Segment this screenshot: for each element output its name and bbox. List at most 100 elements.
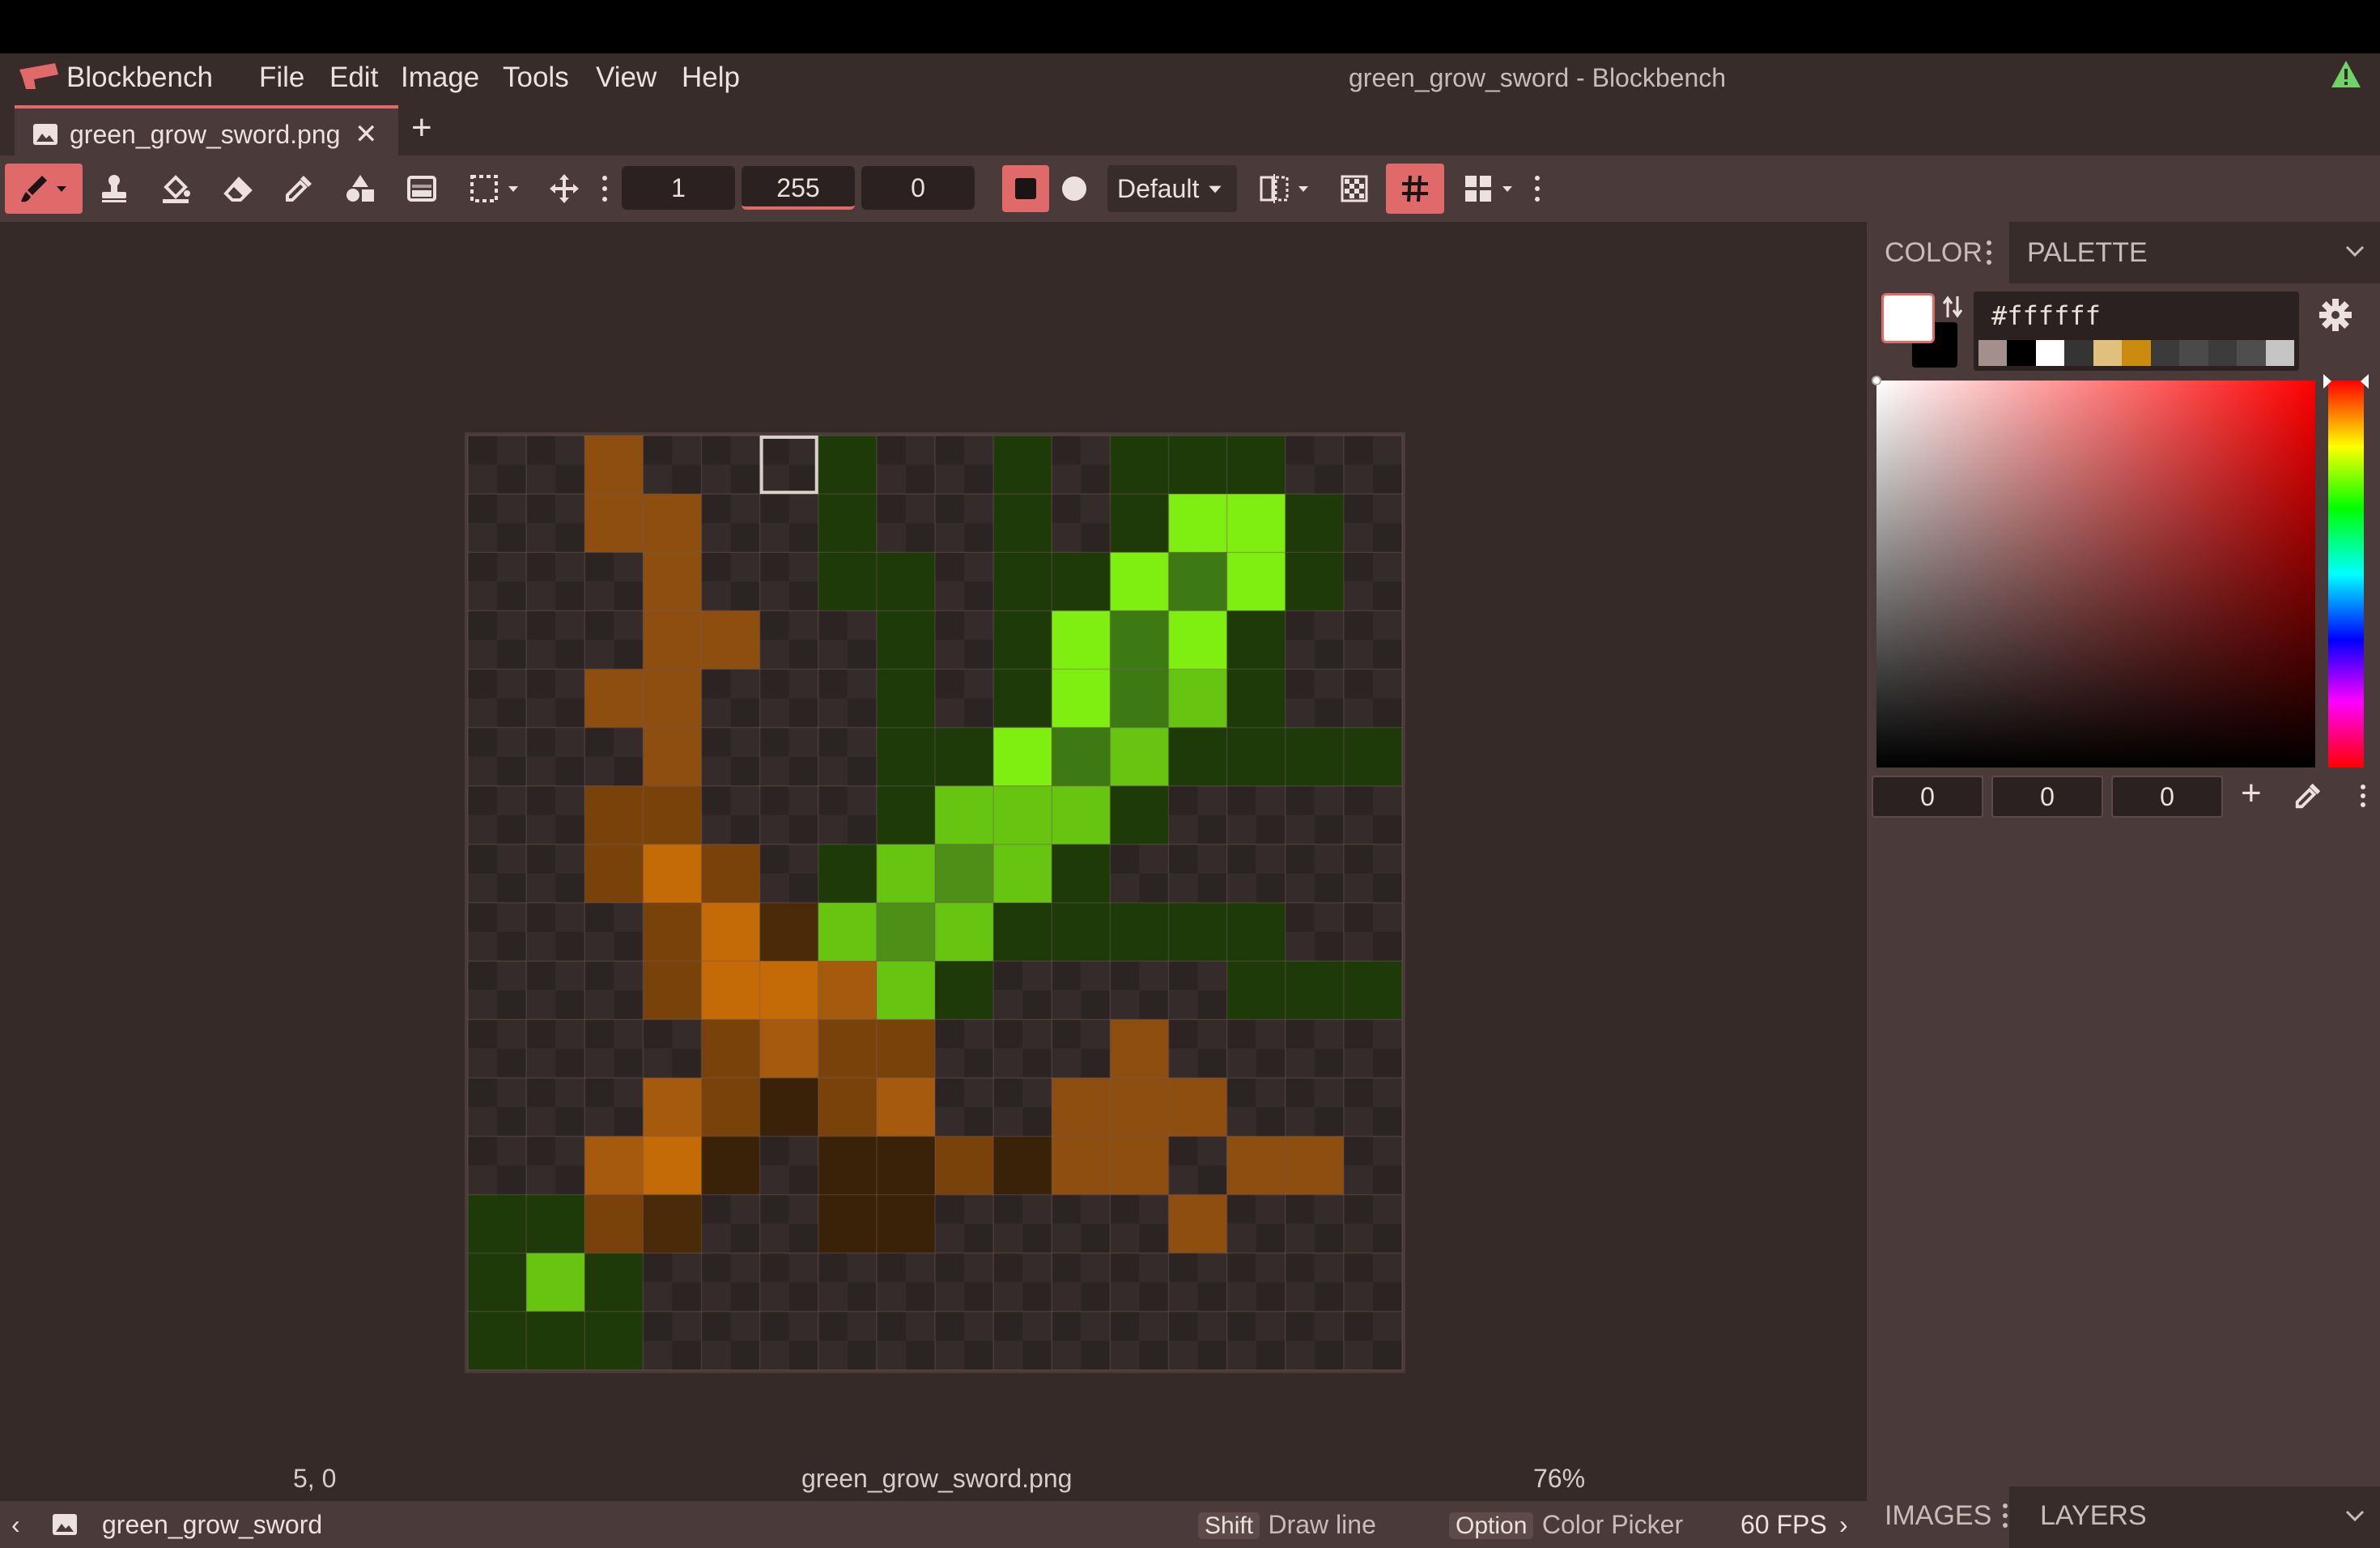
transparent-pixel[interactable] [614,610,644,640]
transparent-pixel[interactable] [935,1078,965,1108]
transparent-pixel[interactable] [672,1282,702,1312]
pixel[interactable] [701,1136,760,1195]
transparent-pixel[interactable] [614,727,644,757]
transparent-pixel[interactable] [1343,903,1373,933]
transparent-pixel[interactable] [526,523,556,553]
transparent-pixel[interactable] [847,1340,877,1370]
transparent-pixel[interactable] [1372,640,1402,670]
transparent-pixel[interactable] [672,436,702,466]
transparent-pixel[interactable] [614,961,644,991]
pixel[interactable] [876,1078,935,1137]
transparent-pixel[interactable] [1343,1019,1373,1049]
transparent-pixel[interactable] [1343,1311,1373,1341]
pixel[interactable] [993,552,1052,611]
transparent-pixel[interactable] [1168,785,1198,815]
transparent-pixel[interactable] [935,1223,965,1253]
pixel[interactable] [701,610,760,670]
transparent-pixel[interactable] [905,523,935,553]
pixel[interactable] [1168,610,1227,670]
tab-close-icon[interactable]: ✕ [355,118,378,151]
transparent-pixel[interactable] [964,552,994,582]
transparent-pixel[interactable] [1226,1107,1256,1137]
transparent-pixel[interactable] [1343,669,1373,699]
transparent-pixel[interactable] [1285,1078,1315,1108]
pixel[interactable] [1285,1136,1344,1195]
transparent-pixel[interactable] [1168,1165,1198,1195]
pixel[interactable] [468,1311,527,1370]
transparent-pixel[interactable] [497,523,527,553]
transparent-pixel[interactable] [759,844,789,874]
transparent-pixel[interactable] [1372,844,1402,874]
transparent-pixel[interactable] [1256,844,1286,874]
pixel[interactable] [1052,785,1111,844]
transparent-pixel[interactable] [759,814,789,844]
transparent-pixel[interactable] [1314,669,1344,699]
transparent-pixel[interactable] [1314,873,1344,903]
eyedropper-icon[interactable] [2293,780,2323,811]
recent-color-swatch[interactable] [2237,340,2266,366]
transparent-pixel[interactable] [614,932,644,962]
transparent-pixel[interactable] [643,465,673,495]
transparent-pixel[interactable] [788,465,818,495]
transparent-pixel[interactable] [1197,1282,1227,1312]
chevron-right-icon[interactable]: › [1839,1501,1848,1548]
transparent-pixel[interactable] [759,1282,789,1312]
transparent-pixel[interactable] [1081,961,1111,991]
transparent-pixel[interactable] [935,1194,965,1224]
recent-color-swatch[interactable] [2265,340,2294,366]
transparent-pixel[interactable] [643,1252,673,1282]
transparent-pixel[interactable] [993,1048,1023,1078]
pixel[interactable] [643,727,702,786]
transparent-pixel[interactable] [1226,1252,1256,1282]
transparent-pixel[interactable] [1372,465,1402,495]
transparent-pixel[interactable] [1081,1019,1111,1049]
transparent-pixel[interactable] [497,465,527,495]
hex-input[interactable]: #ffffff [1991,296,2101,335]
transparent-pixel[interactable] [555,873,585,903]
transparent-pixel[interactable] [1197,1136,1227,1166]
transparent-pixel[interactable] [701,1282,731,1312]
pixel[interactable] [876,552,935,611]
transparent-pixel[interactable] [759,873,789,903]
transparent-pixel[interactable] [1372,1252,1402,1282]
transparent-pixel[interactable] [847,1252,877,1282]
transparent-pixel[interactable] [643,1282,673,1312]
transparent-pixel[interactable] [555,1136,585,1166]
transparent-pixel[interactable] [1168,1136,1198,1166]
transparent-pixel[interactable] [1256,1078,1286,1108]
transparent-pixel[interactable] [876,465,906,495]
transparent-pixel[interactable] [1110,1282,1140,1312]
transparent-pixel[interactable] [526,1078,556,1108]
transparent-pixel[interactable] [1285,1252,1315,1282]
pixel[interactable] [993,1136,1052,1195]
transparent-pixel[interactable] [584,727,614,757]
transparent-pixel[interactable] [1226,1340,1256,1370]
transparent-pixel[interactable] [1343,873,1373,903]
transparent-pixel[interactable] [555,932,585,962]
transparent-pixel[interactable] [555,494,585,524]
transparent-pixel[interactable] [759,465,789,495]
pixel[interactable] [759,903,818,962]
pixel[interactable] [468,1194,527,1253]
transparent-pixel[interactable] [1081,1340,1111,1370]
transparent-pixel[interactable] [905,494,935,524]
transparent-pixel[interactable] [1197,1340,1227,1370]
transparent-pixel[interactable] [1168,1252,1198,1282]
transparent-pixel[interactable] [788,814,818,844]
transparent-pixel[interactable] [1168,961,1198,991]
transparent-pixel[interactable] [1314,1107,1344,1137]
pixel[interactable] [1110,903,1169,962]
pixel[interactable] [993,727,1052,786]
transparent-pixel[interactable] [1052,436,1082,466]
transparent-pixel[interactable] [788,756,818,786]
transparent-pixel[interactable] [759,785,789,815]
pixel[interactable] [818,436,877,495]
pixel[interactable] [818,1194,877,1253]
pixel[interactable] [1168,1194,1227,1253]
transparent-pixel[interactable] [1139,1194,1169,1224]
transparent-pixel[interactable] [1110,990,1140,1020]
transparent-pixel[interactable] [526,1136,556,1166]
transparent-pixel[interactable] [1168,873,1198,903]
pixel[interactable] [643,494,702,553]
pixel[interactable] [1168,669,1227,728]
